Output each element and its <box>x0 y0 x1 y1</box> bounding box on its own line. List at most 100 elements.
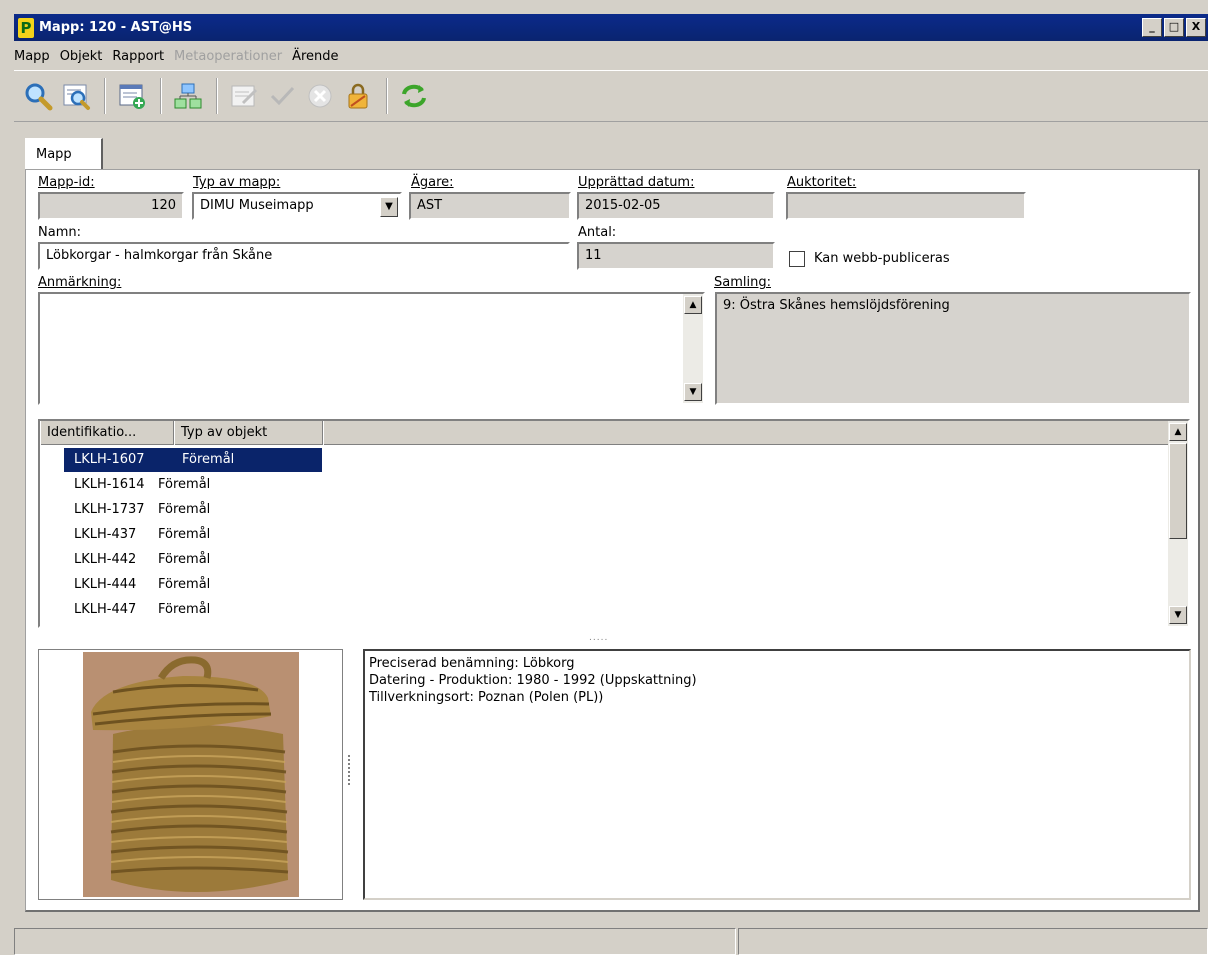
detail-line: Preciserad benämning: Löbkorg <box>369 656 575 671</box>
column-filler <box>323 421 1172 445</box>
maximize-button[interactable]: □ <box>1164 18 1184 37</box>
lock-icon <box>348 83 368 109</box>
horizontal-splitter[interactable]: ..... <box>589 633 608 643</box>
status-bar <box>14 928 1208 955</box>
typ-av-mapp-value: DIMU Museimapp <box>200 198 314 213</box>
auktoritet-label: Auktoritet: <box>787 175 857 190</box>
object-image-frame <box>38 649 343 900</box>
title-bar: P Mapp: 120 - AST@HS _ □ X <box>14 14 1208 41</box>
table-row[interactable]: LKLH-1607 Föremål <box>64 447 322 472</box>
cancel-button <box>302 78 338 114</box>
mapp-panel: Mapp-id: Typ av mapp: Ägare: Upprättad d… <box>25 169 1200 912</box>
table-row[interactable]: LKLH-437 Föremål <box>40 522 322 547</box>
typ-av-mapp-select[interactable]: DIMU Museimapp ▼ <box>192 192 402 220</box>
row-type: Föremål <box>158 577 211 592</box>
column-typ-av-objekt[interactable]: Typ av objekt <box>174 421 323 445</box>
upprattad-datum-label: Upprättad datum: <box>578 175 695 190</box>
refresh-icon <box>402 84 426 108</box>
row-id: LKLH-437 <box>74 527 137 542</box>
detail-line: Tillverkningsort: Poznan (Polen (PL)) <box>369 690 604 705</box>
namn-label: Namn: <box>38 225 81 240</box>
samling-field: 9: Östra Skånes hemslöjdsförening <box>715 292 1191 405</box>
table-row[interactable]: LKLH-447 Föremål <box>40 597 322 622</box>
basket-image <box>82 652 299 897</box>
lock-button[interactable] <box>340 78 376 114</box>
scroll-up-icon[interactable]: ▲ <box>1169 423 1187 441</box>
namn-input[interactable]: Löbkorgar - halmkorgar från Skåne <box>38 242 570 270</box>
row-type: Föremål <box>158 477 211 492</box>
agare-field: AST <box>409 192 571 220</box>
menu-mapp[interactable]: Mapp <box>14 49 56 64</box>
toolbar <box>14 70 1208 122</box>
list-rows: LKLH-1607 Föremål LKLH-1614 Föremål LKLH… <box>40 447 322 622</box>
row-id: LKLH-447 <box>74 602 137 617</box>
upprattad-datum-field: 2015-02-05 <box>577 192 775 220</box>
menu-arende[interactable]: Ärende <box>292 49 344 64</box>
close-button[interactable]: X <box>1186 18 1206 37</box>
toolbar-separator <box>160 78 162 114</box>
detail-line: Datering - Produktion: 1980 - 1992 (Upps… <box>369 673 697 688</box>
window-title: Mapp: 120 - AST@HS <box>39 20 193 35</box>
basket-photo <box>82 652 299 897</box>
scroll-up-icon[interactable]: ▲ <box>684 296 702 314</box>
new-record-icon <box>119 84 145 109</box>
agare-label: Ägare: <box>411 175 454 190</box>
list-scrollbar[interactable]: ▲ ▼ <box>1168 421 1188 626</box>
row-id: LKLH-1614 <box>74 477 145 492</box>
toolbar-separator <box>104 78 106 114</box>
edit-icon <box>231 85 258 107</box>
toolbar-separator <box>216 78 218 114</box>
new-record-button[interactable] <box>114 78 150 114</box>
mapp-id-field: 120 <box>38 192 184 220</box>
auktoritet-field <box>786 192 1026 220</box>
anmarkning-label: Anmärkning: <box>38 275 122 290</box>
typ-av-mapp-label: Typ av mapp: <box>193 175 281 190</box>
table-row[interactable]: LKLH-1614 Föremål <box>40 472 322 497</box>
scroll-thumb[interactable] <box>1169 443 1187 539</box>
list-header: Identifikatio... Typ av objekt <box>40 421 1172 445</box>
object-details: Preciserad benämning: Löbkorg Datering -… <box>363 649 1191 900</box>
edit-button <box>226 78 262 114</box>
cancel-icon <box>308 84 332 108</box>
scroll-down-icon[interactable]: ▼ <box>684 383 702 401</box>
application-window: P Mapp: 120 - AST@HS _ □ X Mapp Objekt R… <box>0 0 1208 955</box>
kan-webb-publiceras-label: Kan webb-publiceras <box>814 251 950 266</box>
search-list-icon <box>63 84 90 110</box>
row-type: Föremål <box>158 527 211 542</box>
table-row[interactable]: LKLH-442 Föremål <box>40 547 322 572</box>
scroll-down-icon[interactable]: ▼ <box>1169 606 1187 624</box>
kan-webb-publiceras-checkbox[interactable] <box>789 251 805 267</box>
row-id: LKLH-1607 <box>64 447 174 472</box>
tab-mapp[interactable]: Mapp <box>25 138 103 170</box>
chevron-down-icon[interactable]: ▼ <box>380 197 398 217</box>
refresh-button[interactable] <box>396 78 432 114</box>
minimize-button[interactable]: _ <box>1142 18 1162 37</box>
app-icon: P <box>18 17 34 38</box>
row-id: LKLH-1737 <box>74 502 145 517</box>
status-cell-left <box>14 928 736 955</box>
checkmark-icon <box>270 86 295 106</box>
anmarkning-textarea[interactable]: ▲ ▼ <box>38 292 705 405</box>
row-type: Föremål <box>174 447 322 472</box>
column-identifikation[interactable]: Identifikatio... <box>40 421 174 445</box>
row-type: Föremål <box>158 552 211 567</box>
vertical-splitter[interactable] <box>348 755 351 785</box>
anmarkning-scrollbar[interactable]: ▲ ▼ <box>683 294 703 403</box>
search-button[interactable] <box>20 78 56 114</box>
table-row[interactable]: LKLH-1737 Föremål <box>40 497 322 522</box>
menu-objekt[interactable]: Objekt <box>60 49 109 64</box>
menu-bar: Mapp Objekt Rapport Metaoperationer Ären… <box>14 43 349 69</box>
status-cell-right <box>738 928 1208 955</box>
row-type: Föremål <box>158 602 211 617</box>
menu-metaoperationer: Metaoperationer <box>174 48 283 64</box>
menu-rapport[interactable]: Rapport <box>112 49 170 64</box>
object-list: Identifikatio... Typ av objekt LKLH-1607… <box>38 419 1190 628</box>
search-list-button[interactable] <box>58 78 94 114</box>
search-icon <box>25 83 53 111</box>
row-type: Föremål <box>158 502 211 517</box>
network-icon <box>174 83 202 109</box>
row-id: LKLH-442 <box>74 552 137 567</box>
row-id: LKLH-444 <box>74 577 137 592</box>
table-row[interactable]: LKLH-444 Föremål <box>40 572 322 597</box>
network-button[interactable] <box>170 78 206 114</box>
